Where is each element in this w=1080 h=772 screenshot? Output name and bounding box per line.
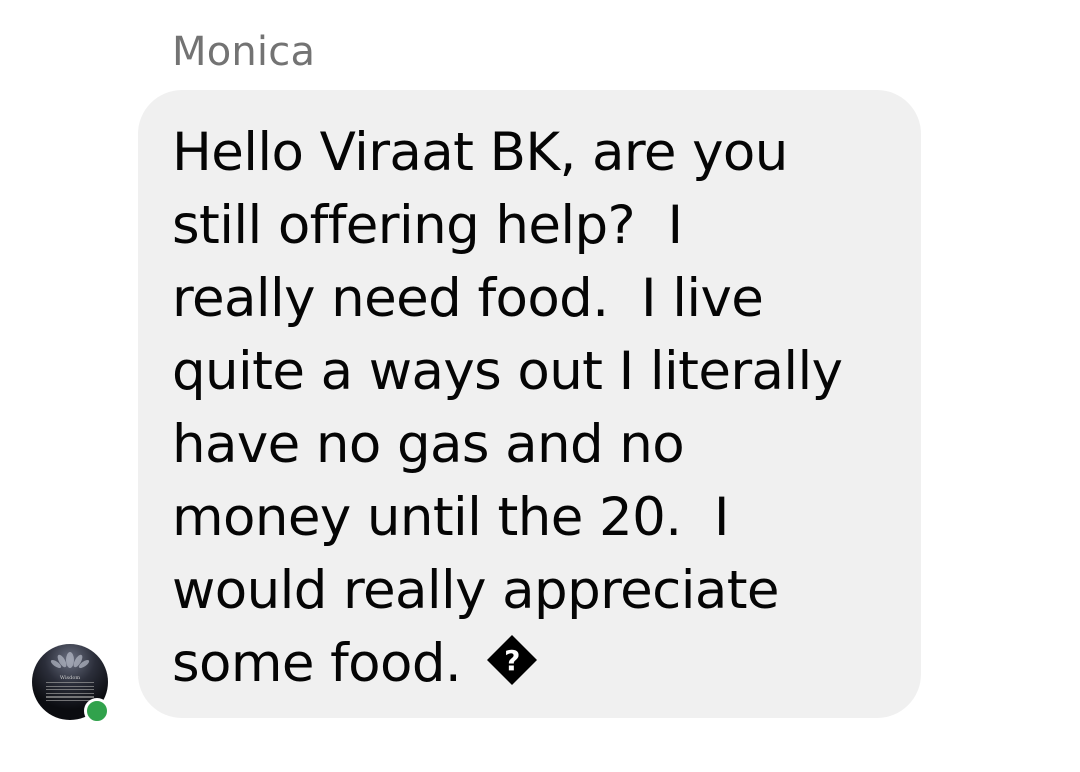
message-line: would really appreciate <box>172 560 779 621</box>
online-status-indicator <box>84 698 110 724</box>
message-text: Hello Viraat BK, are you still offering … <box>172 116 902 700</box>
svg-text:?: ? <box>505 644 521 677</box>
message-line: quite a ways out I literally <box>172 341 843 402</box>
replacement-character-icon: ? <box>487 635 538 685</box>
avatar-caption: Wisdom <box>59 675 81 681</box>
message-line: still offering help? I <box>172 195 683 256</box>
sender-name: Monica <box>172 29 316 75</box>
avatar-text-lines <box>46 682 94 703</box>
message-line-last-text: some food. <box>172 633 478 694</box>
message-line-last: some food. ? <box>172 627 902 700</box>
message-line: really need food. I live <box>172 268 764 329</box>
message-line: money until the 20. I <box>172 487 730 548</box>
message-line: Hello Viraat BK, are you <box>172 122 788 183</box>
flower-decoration-icon <box>50 652 90 669</box>
message-line: have no gas and no <box>172 414 685 475</box>
